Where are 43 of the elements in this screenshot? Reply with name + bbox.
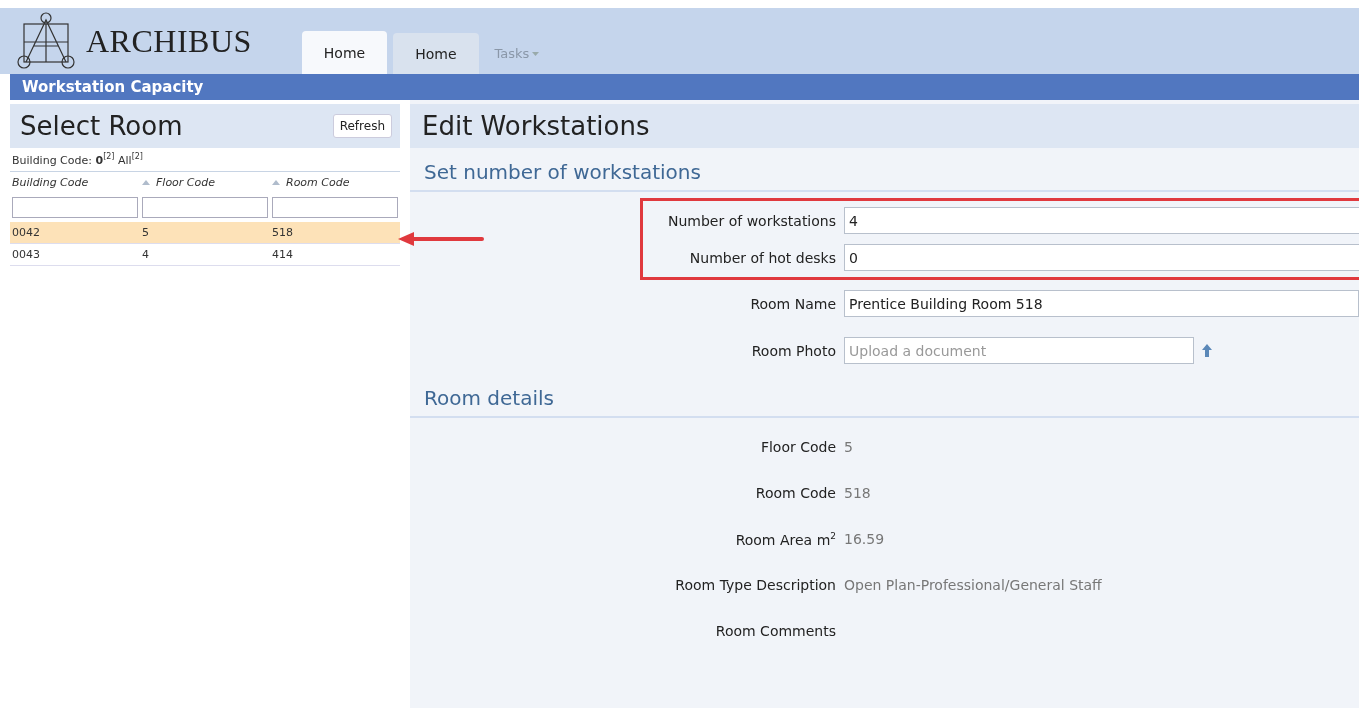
field-label: Room Type Description <box>674 577 837 593</box>
section-title: Set number of workstations <box>410 148 1359 192</box>
table-cell[interactable]: 0043 <box>10 243 140 266</box>
refresh-button[interactable]: Refresh <box>332 114 392 138</box>
sort-icon[interactable] <box>272 179 280 185</box>
field-label: Room Comments <box>714 623 837 639</box>
input-field[interactable]: 4 <box>844 207 1359 234</box>
filter-field[interactable] <box>12 196 138 218</box>
panel-title: Select Room <box>20 111 183 141</box>
input-field[interactable]: Prentice Building Room 518 <box>844 290 1359 317</box>
arrow-icon <box>398 232 484 246</box>
field-value: 5 <box>844 439 853 455</box>
upload-icon[interactable] <box>1202 344 1212 357</box>
table-cell[interactable]: 4 <box>140 243 270 266</box>
column-header[interactable]: Building Code <box>12 175 89 189</box>
input-field[interactable]: 0 <box>844 244 1359 271</box>
filter-summary: Building Code: 0$^{[2]}$ All$^{[2]}$ <box>11 151 144 169</box>
sort-icon[interactable] <box>142 179 150 185</box>
field-value: 16.59 <box>844 531 885 547</box>
panel-title: Edit Workstations <box>422 111 650 141</box>
section-title: Room details <box>410 374 1359 418</box>
table-cell[interactable]: 0042 <box>10 221 140 244</box>
tab[interactable]: Home <box>393 33 479 74</box>
field-value: 518 <box>844 485 871 501</box>
page-title-bar: Workstation Capacity <box>10 74 1359 100</box>
column-header[interactable]: Floor Code <box>156 175 216 189</box>
field-label: Number of workstations <box>667 212 837 229</box>
table-cell[interactable]: 518 <box>270 221 400 244</box>
filter-field[interactable] <box>272 196 398 218</box>
field-label: Room Code <box>754 485 837 501</box>
field-label: Floor Code <box>759 439 837 455</box>
field-label: Room Area m$^{2}$ <box>734 530 837 548</box>
field-label: Number of hot desks <box>688 249 837 266</box>
field-label: Room Photo <box>750 342 837 359</box>
column-header[interactable]: Room Code <box>286 175 350 189</box>
logo-icon <box>16 12 76 70</box>
tab[interactable]: Home <box>301 31 388 74</box>
caret-icon <box>532 51 540 56</box>
logo-text: ARCHIBUS <box>86 22 252 60</box>
upload-field[interactable]: Upload a document <box>844 337 1194 364</box>
field-label: Room Name <box>749 295 837 312</box>
table-cell[interactable]: 5 <box>140 221 270 244</box>
filter-field[interactable] <box>142 196 268 218</box>
